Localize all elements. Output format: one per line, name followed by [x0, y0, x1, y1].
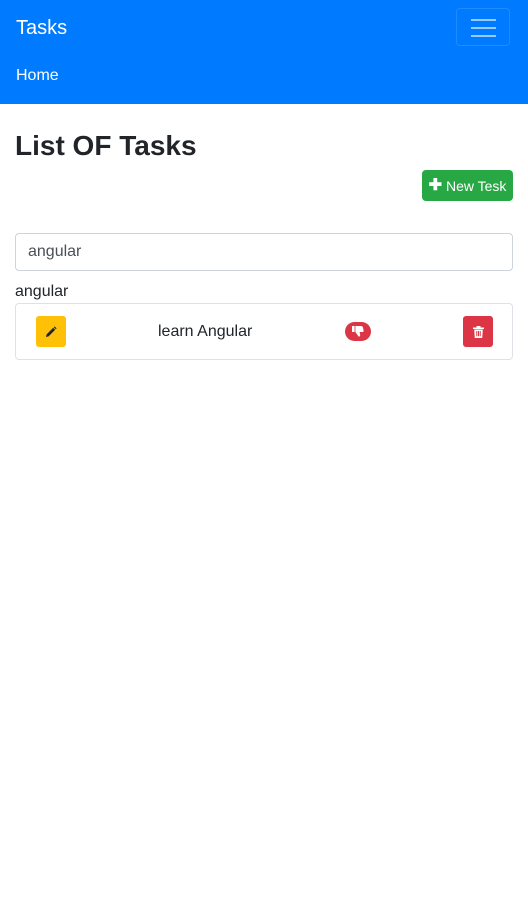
navbar-toggler-button[interactable]: [456, 8, 510, 46]
delete-task-button[interactable]: [463, 316, 493, 347]
plus-icon: ✚: [428, 176, 442, 194]
search-input[interactable]: [15, 233, 513, 271]
hamburger-icon: [471, 27, 496, 29]
pencil-icon: [46, 325, 57, 337]
trash-icon: [472, 325, 484, 338]
task-name: learn Angular: [158, 323, 253, 340]
new-task-button[interactable]: ✚ New Tesk: [422, 170, 513, 201]
hamburger-icon: [471, 35, 496, 37]
nav-link-home[interactable]: Home: [16, 67, 59, 85]
thumbs-down-icon: [352, 326, 364, 337]
search-echo-text: angular: [15, 283, 69, 300]
brand-title[interactable]: Tasks: [16, 17, 67, 40]
task-card: learn Angular: [15, 303, 513, 360]
navbar: Tasks Home: [0, 0, 528, 104]
task-status-toggle[interactable]: [345, 322, 371, 341]
new-task-label: New Tesk: [445, 177, 507, 194]
edit-task-button[interactable]: [36, 316, 66, 347]
page-title: List OF Tasks: [15, 130, 197, 161]
hamburger-icon: [471, 19, 496, 21]
